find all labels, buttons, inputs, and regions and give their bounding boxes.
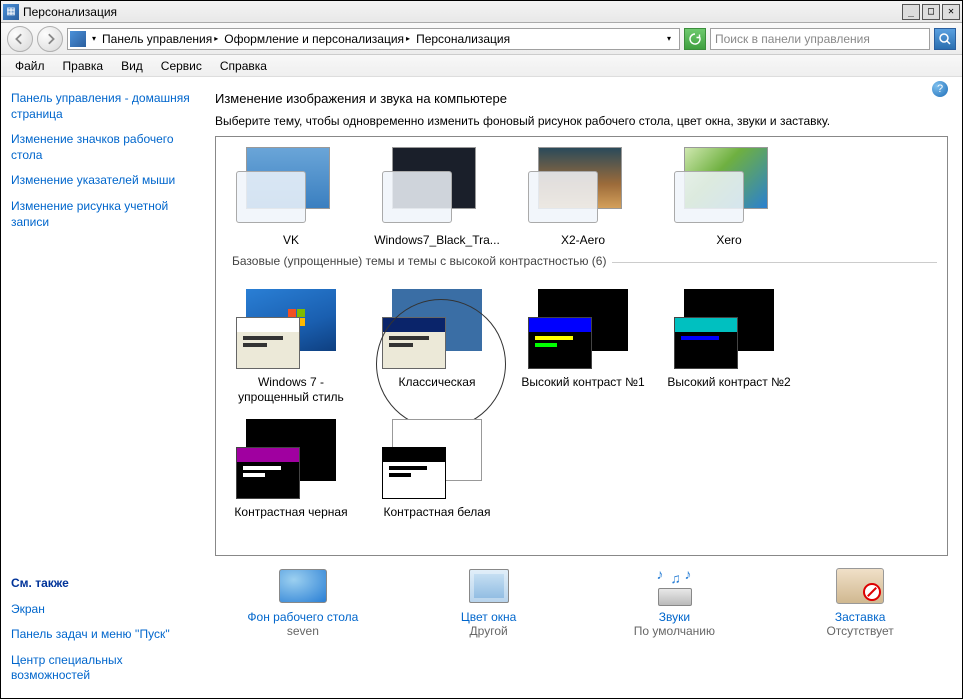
theme-label: Xero: [716, 233, 741, 248]
location-icon: [70, 31, 86, 47]
bottom-actions: Фон рабочего стола seven Цвет окна Друго…: [215, 556, 948, 638]
window-title: Персонализация: [23, 5, 902, 19]
menu-bar: Файл Правка Вид Сервис Справка: [1, 55, 962, 77]
sidebar-ease-of-access[interactable]: Центр специальных возможностей: [11, 653, 191, 684]
theme-item[interactable]: Xero: [664, 147, 794, 248]
refresh-button[interactable]: [684, 28, 706, 50]
menu-file[interactable]: Файл: [7, 57, 53, 75]
nav-toolbar: ▾ Панель управления▸ Оформление и персон…: [1, 23, 962, 55]
menu-help[interactable]: Справка: [212, 57, 275, 75]
theme-label: Классическая: [399, 375, 476, 390]
sounds-link[interactable]: ♪♫♪ Звуки По умолчанию: [599, 566, 749, 638]
color-icon: [465, 566, 513, 606]
theme-item[interactable]: Высокий контраст №2: [664, 289, 794, 405]
back-button[interactable]: [7, 26, 33, 52]
menu-edit[interactable]: Правка: [55, 57, 112, 75]
theme-item[interactable]: Windows 7 - упрощенный стиль: [226, 289, 356, 405]
theme-label: Высокий контраст №2: [667, 375, 790, 390]
help-icon[interactable]: ?: [932, 81, 948, 97]
theme-label: Контрастная белая: [384, 505, 491, 520]
screensaver-link[interactable]: Заставка Отсутствует: [785, 566, 935, 638]
breadcrumb-item[interactable]: Оформление и персонализация▸: [222, 32, 412, 46]
page-title: Изменение изображения и звука на компьют…: [215, 91, 948, 106]
sidebar-desktop-icons[interactable]: Изменение значков рабочего стола: [11, 132, 191, 163]
breadcrumb-item[interactable]: Панель управления▸: [100, 32, 220, 46]
theme-item[interactable]: Контрастная белая: [372, 419, 502, 520]
theme-item[interactable]: X2-Aero: [518, 147, 648, 248]
theme-label: Windows7_Black_Tra...: [374, 233, 500, 248]
wallpaper-icon: [279, 566, 327, 606]
theme-label: Высокий контраст №1: [521, 375, 644, 390]
theme-item[interactable]: Контрастная черная: [226, 419, 356, 520]
search-input[interactable]: Поиск в панели управления: [710, 28, 930, 50]
theme-item[interactable]: VK: [226, 147, 356, 248]
menu-tools[interactable]: Сервис: [153, 57, 210, 75]
sidebar-display[interactable]: Экран: [11, 602, 191, 618]
sidebar: Панель управления - домашняя страница Из…: [1, 77, 201, 698]
minimize-button[interactable]: _: [902, 4, 920, 20]
screensaver-icon: [836, 566, 884, 606]
page-subtitle: Выберите тему, чтобы одновременно измени…: [215, 114, 948, 128]
window-color-link[interactable]: Цвет окна Другой: [414, 566, 564, 638]
sound-icon: ♪♫♪: [650, 566, 698, 606]
sidebar-taskbar[interactable]: Панель задач и меню ''Пуск'': [11, 627, 191, 643]
address-dropdown[interactable]: ▾: [661, 34, 677, 43]
theme-label: VK: [283, 233, 299, 248]
breadcrumb-dropdown[interactable]: ▾: [88, 34, 98, 43]
app-icon: ▦: [3, 4, 19, 20]
see-also-heading: См. также: [11, 576, 191, 590]
sidebar-account-picture[interactable]: Изменение рисунка учетной записи: [11, 199, 191, 230]
maximize-button[interactable]: □: [922, 4, 940, 20]
main-panel: ? Изменение изображения и звука на компь…: [201, 77, 962, 698]
theme-item[interactable]: Windows7_Black_Tra...: [372, 147, 502, 248]
sidebar-pointers[interactable]: Изменение указателей мыши: [11, 173, 191, 189]
menu-view[interactable]: Вид: [113, 57, 151, 75]
search-button[interactable]: [934, 28, 956, 50]
theme-label: X2-Aero: [561, 233, 605, 248]
forward-button[interactable]: [37, 26, 63, 52]
theme-label: Контрастная черная: [234, 505, 347, 520]
titlebar: ▦ Персонализация _ □ ✕: [1, 1, 962, 23]
section-basic-heading: Базовые (упрощенные) темы и темы с высок…: [226, 262, 937, 277]
theme-item[interactable]: Классическая: [372, 289, 502, 405]
theme-label: Windows 7 - упрощенный стиль: [226, 375, 356, 405]
close-button[interactable]: ✕: [942, 4, 960, 20]
breadcrumb-item[interactable]: Персонализация: [414, 32, 512, 46]
address-bar[interactable]: ▾ Панель управления▸ Оформление и персон…: [67, 28, 680, 50]
themes-list[interactable]: VK Windows7_Black_Tra... X2-Aero Xero Ба…: [215, 136, 948, 556]
theme-item[interactable]: Высокий контраст №1: [518, 289, 648, 405]
desktop-background-link[interactable]: Фон рабочего стола seven: [228, 566, 378, 638]
sidebar-home[interactable]: Панель управления - домашняя страница: [11, 91, 191, 122]
